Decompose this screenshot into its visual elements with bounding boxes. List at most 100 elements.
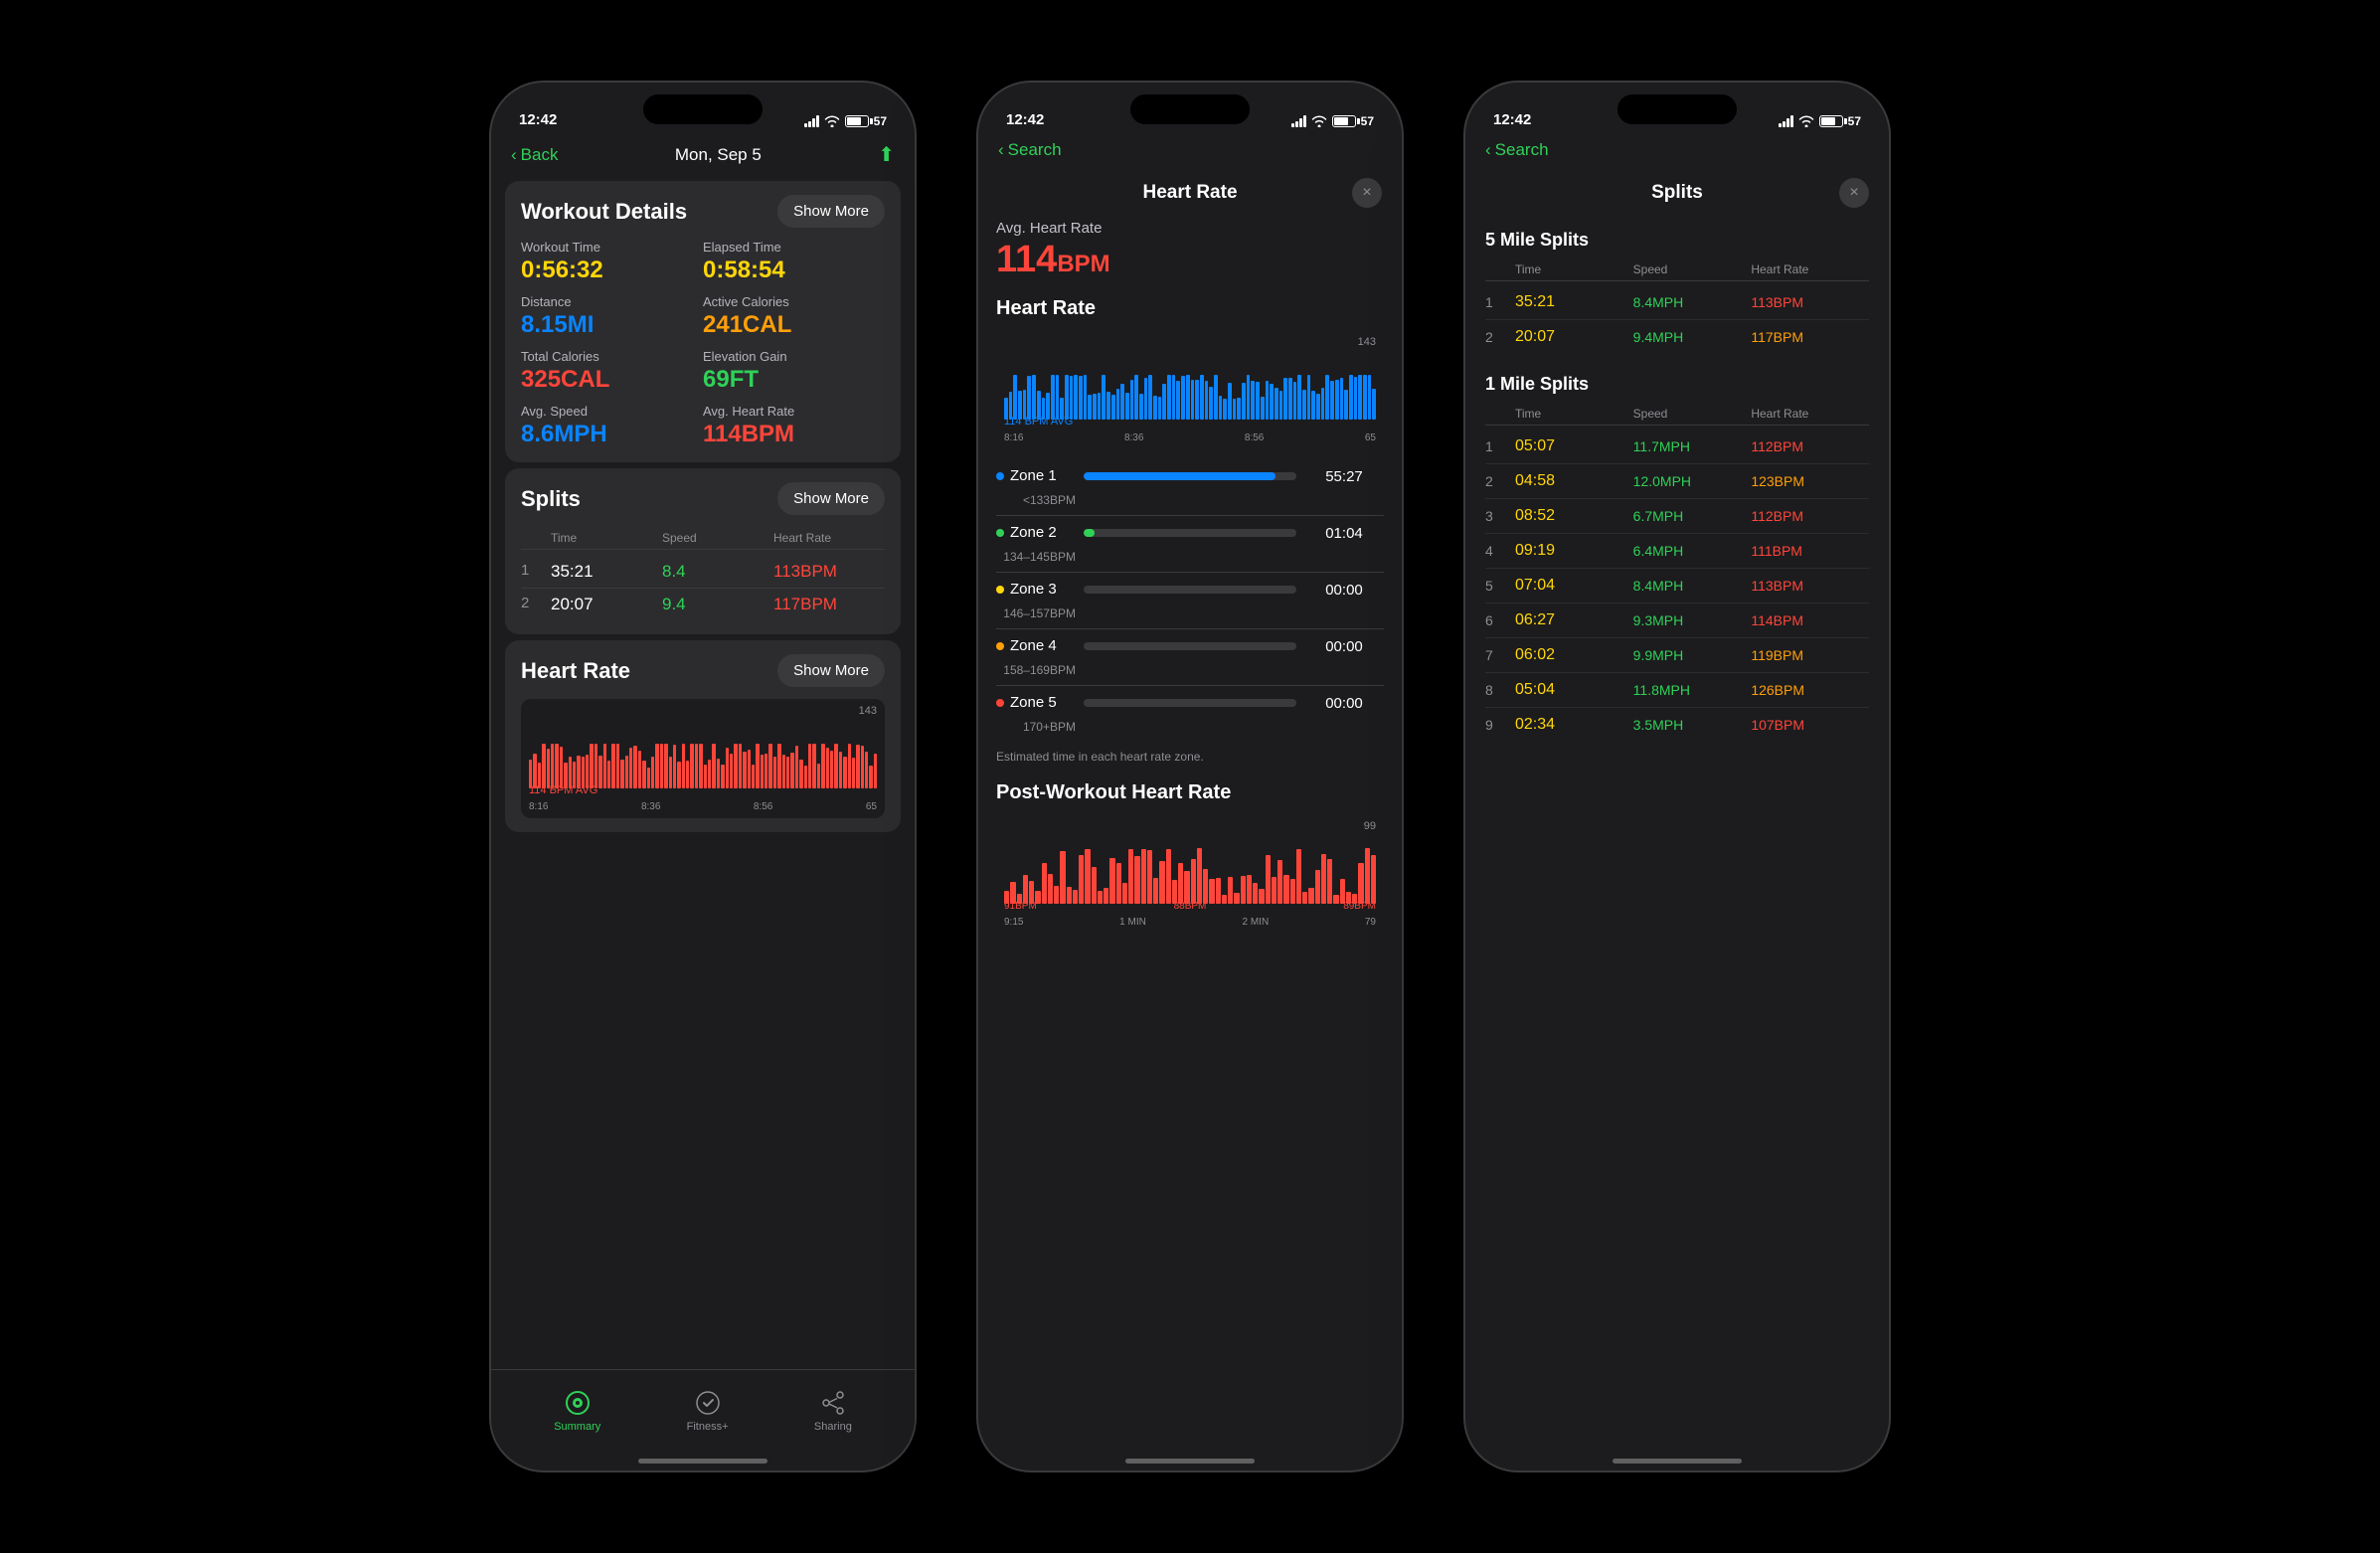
hr-chart-max-2: 143 [1358, 336, 1376, 348]
zone-4-name: Zone 4 [996, 637, 1057, 654]
split-speed-2: 9.4 [662, 595, 773, 614]
metric-elevation: Elevation Gain 69FT [703, 349, 885, 394]
split-row-1: 1 35:21 8.4 113BPM [521, 556, 885, 589]
hr2-time-2: 8:36 [1124, 432, 1143, 443]
chevron-left-icon-2: ‹ [998, 140, 1004, 160]
five-split-time-2: 20:07 [1515, 328, 1633, 346]
hr-time-label-2: 8:36 [641, 801, 660, 812]
five-mile-title: 5 Mile Splits [1485, 230, 1869, 251]
one-col-num [1485, 407, 1515, 421]
sharing-icon [819, 1389, 847, 1417]
post-workout-label: Post-Workout Heart Rate [996, 781, 1384, 804]
post-workout-max: 99 [1364, 820, 1376, 832]
share-icon-1[interactable]: ⬆ [878, 142, 895, 167]
back-button-1[interactable]: ‹ Back [511, 145, 558, 165]
home-indicator-1 [491, 1451, 915, 1470]
status-icons-1: 57 [804, 114, 887, 128]
metric-label-total-cal: Total Calories [521, 349, 703, 364]
hr-chart-avg-2: 114 BPM AVG [1004, 416, 1073, 428]
status-icons-3: 57 [1779, 114, 1861, 128]
hr-show-more-button[interactable]: Show More [777, 654, 885, 687]
one-split-row-8: 8 05:04 11.8MPH 126BPM [1485, 673, 1869, 708]
phone3-close-button[interactable]: × [1839, 178, 1869, 208]
back-label-3: Search [1495, 140, 1549, 160]
battery-percent-3: 57 [1848, 114, 1861, 128]
zone-4-bar-container [1084, 642, 1296, 650]
one-hr-8: 126BPM [1751, 682, 1869, 698]
one-speed-6: 9.3MPH [1633, 612, 1752, 628]
five-mile-header: Time Speed Heart Rate [1485, 259, 1869, 281]
tab-sharing[interactable]: Sharing [814, 1389, 852, 1433]
status-icons-2: 57 [1291, 114, 1374, 128]
phone-2: 12:42 57 [976, 81, 1404, 1472]
one-num-5: 5 [1485, 578, 1515, 594]
one-num-6: 6 [1485, 612, 1515, 628]
zone-row-4: Zone 4 00:00 158–169BPM [996, 629, 1384, 686]
metric-value-elevation: 69FT [703, 366, 885, 394]
hr-chart-2: 143 114 BPM AVG 8:16 8:36 8:56 65 [996, 330, 1384, 449]
post-time-2: 1 MIN [1119, 917, 1146, 928]
one-num-7: 7 [1485, 647, 1515, 663]
post-workout-chart-bottom: 9:15 1 MIN 2 MIN 79 [1004, 917, 1376, 928]
home-bar-2 [1125, 1459, 1255, 1464]
five-split-speed-2: 9.4MPH [1633, 329, 1752, 345]
one-speed-4: 6.4MPH [1633, 543, 1752, 559]
metric-value-distance: 8.15MI [521, 311, 703, 339]
tab-fitness-plus[interactable]: Fitness+ [687, 1389, 729, 1433]
one-num-1: 1 [1485, 438, 1515, 454]
five-split-hr-2: 117BPM [1751, 329, 1869, 345]
post-time-3: 2 MIN [1243, 917, 1270, 928]
metric-value-active-cal: 241CAL [703, 311, 885, 339]
post-bpm-3: 89BPM [1343, 901, 1376, 912]
avg-hr-value: 114BPM [996, 239, 1384, 281]
home-indicator-2 [978, 1451, 1402, 1470]
chevron-left-icon-3: ‹ [1485, 140, 1491, 160]
status-time-1: 12:42 [519, 111, 557, 128]
phone3-scroll[interactable]: 5 Mile Splits Time Speed Heart Rate 1 35… [1465, 220, 1889, 1451]
hr-bars-2 [1004, 350, 1376, 420]
five-split-num-2: 2 [1485, 329, 1515, 345]
hr-card: Heart Rate Show More 143 114 BPM AVG 8:1… [505, 640, 901, 832]
scene: 12:42 57 [0, 0, 2380, 1553]
split-num-1: 1 [521, 562, 551, 582]
avg-hr-unit: BPM [1057, 251, 1109, 277]
zone-5-name: Zone 5 [996, 694, 1057, 711]
one-hr-7: 119BPM [1751, 647, 1869, 663]
zone-2-name-container: Zone 2 [996, 524, 1076, 542]
zone-3-name-container: Zone 3 [996, 581, 1076, 599]
avg-hr-section: Avg. Heart Rate 114BPM [996, 220, 1384, 281]
zone-1-name-container: Zone 1 [996, 467, 1076, 485]
zone-4-time: 00:00 [1304, 638, 1384, 655]
splits-show-more-button[interactable]: Show More [777, 482, 885, 515]
one-speed-2: 12.0MPH [1633, 473, 1752, 489]
one-time-1: 05:07 [1515, 437, 1633, 455]
one-hr-5: 113BPM [1751, 578, 1869, 594]
hr-time-label-3: 8:56 [754, 801, 772, 812]
back-button-3[interactable]: ‹ Search [1485, 140, 1549, 160]
zone-1-time: 55:27 [1304, 468, 1384, 485]
one-mile-title: 1 Mile Splits [1485, 374, 1869, 395]
five-mile-splits-section: 5 Mile Splits Time Speed Heart Rate 1 35… [1465, 220, 1889, 364]
tab-summary[interactable]: Summary [554, 1389, 600, 1433]
sharing-svg-icon [819, 1389, 847, 1417]
back-button-2[interactable]: ‹ Search [998, 140, 1062, 160]
one-hr-6: 114BPM [1751, 612, 1869, 628]
one-num-9: 9 [1485, 717, 1515, 733]
hr-chart-bottom-1: 8:16 8:36 8:56 65 [529, 801, 877, 812]
signal-bar-2-1 [1291, 123, 1294, 127]
battery-percent-2: 57 [1361, 114, 1374, 128]
five-split-row-1: 1 35:21 8.4MPH 113BPM [1485, 285, 1869, 320]
one-num-3: 3 [1485, 508, 1515, 524]
one-split-row-3: 3 08:52 6.7MPH 112BPM [1485, 499, 1869, 534]
phone2-scroll[interactable]: Avg. Heart Rate 114BPM Heart Rate 143 11… [978, 220, 1402, 1451]
battery-fill-1 [847, 117, 861, 125]
zone-1-range: <133BPM [996, 493, 1076, 507]
phone2-modal-title: Heart Rate [1142, 182, 1237, 204]
splits-col-num [521, 531, 551, 545]
phone2-close-button[interactable]: × [1352, 178, 1382, 208]
signal-bars-2 [1291, 115, 1306, 127]
one-speed-1: 11.7MPH [1633, 438, 1752, 454]
phone1-scroll[interactable]: Workout Details Show More Workout Time 0… [491, 175, 915, 1369]
metric-label-distance: Distance [521, 294, 703, 309]
workout-show-more-button[interactable]: Show More [777, 195, 885, 228]
